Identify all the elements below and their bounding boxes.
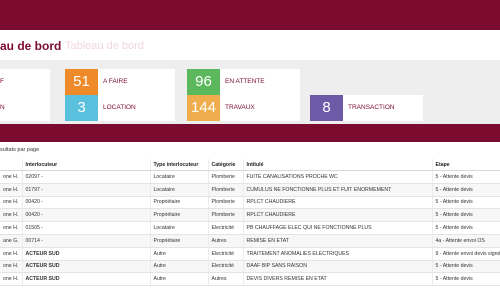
table-row[interactable]: one H. 00420 - Propriétaire Plomberie RPLCT …	[0, 196, 500, 210]
cell: Locataire	[150, 221, 209, 235]
results-per-page-label: sultats par page	[0, 147, 40, 153]
column-header-intitule[interactable]: Intitulé	[243, 159, 433, 171]
cell: ane G.	[0, 234, 23, 248]
cell: one H.	[0, 260, 23, 274]
page-title: au de bord	[0, 39, 62, 53]
cell: Plomberie	[208, 170, 244, 184]
card-label: F	[0, 78, 4, 85]
table-row[interactable]: one H. 01797 - Locataire Plomberie CUMULUS N…	[0, 183, 500, 197]
requests-table: Interlocuteur Type interlocuteur Catégor…	[0, 159, 500, 287]
cell: Plomberie	[208, 208, 244, 223]
cell: RPLCT CHAUDIERE	[243, 208, 433, 223]
table-row[interactable]: one H. ACTEUR SUD Autre Autres DEVIS DIVERS …	[0, 272, 500, 287]
cell: Locataire	[150, 183, 209, 197]
column-header[interactable]	[0, 159, 23, 171]
table-row[interactable]: one H. ACTEUR SUD Autre Electricité DAAF BIP…	[0, 260, 500, 274]
card-label: TRAVAUX	[225, 104, 255, 111]
column-header-type[interactable]: Type interlocuteur	[150, 159, 209, 171]
card-en-attente[interactable]: 96 EN ATTENTE	[187, 69, 300, 95]
card-location[interactable]: 3 LOCATION	[65, 95, 175, 121]
cell: one H.	[0, 170, 23, 184]
table-row[interactable]: one H. 01505 - Locataire Electricité PB CHAU…	[0, 221, 500, 235]
page-subtitle: Tableau de bord	[65, 40, 144, 52]
cell: Autres	[208, 234, 244, 248]
card-transaction[interactable]: 8 TRANSACTION	[310, 95, 423, 121]
cell: DEVIS DIVERS REMISE EN ETAT	[243, 272, 433, 287]
cell: 5 - Attente devis	[432, 183, 500, 197]
card-value: 96	[187, 69, 220, 95]
cell: Propriétaire	[150, 234, 209, 248]
cell: PB CHAUFFAGE ELEC QUI NE FONCTIONNE PLUS	[243, 221, 433, 235]
cell: ACTEUR SUD	[22, 272, 151, 287]
card-a-faire-prev[interactable]: F	[0, 69, 50, 95]
table-header-row: Interlocuteur Type interlocuteur Catégor…	[0, 159, 500, 171]
table-row[interactable]: one H. 02097 - Locataire Plomberie FUITE CAN…	[0, 170, 500, 184]
card-value: 51	[65, 69, 98, 95]
cell: 01797 -	[22, 183, 151, 197]
cell: 5 - Attente devis	[432, 221, 500, 235]
cell: 5 - Attente devis	[432, 272, 500, 287]
cell: Propriétaire	[150, 208, 209, 223]
card-label: EN ATTENTE	[225, 78, 265, 85]
card-label: LOCATION	[103, 104, 136, 111]
cell: one H.	[0, 272, 23, 287]
cell: Electricité	[208, 221, 244, 235]
cell: Electricité	[208, 247, 244, 261]
card-label: A FAIRE	[103, 78, 128, 85]
cell: one H.	[0, 221, 23, 235]
cell: Autres	[208, 272, 244, 287]
cell: one H.	[0, 183, 23, 197]
cell: REMISE EN ETAT	[243, 234, 433, 248]
cell: FUITE CANALISATIONS PROCHE WC	[243, 170, 433, 184]
cell: 00420 -	[22, 208, 151, 223]
cell: one H.	[0, 196, 23, 210]
cell: Propriétaire	[150, 196, 209, 210]
cell: one H.	[0, 247, 23, 261]
cell: Electricité	[208, 260, 244, 274]
cell: 9 - Attente envoi devis signé au pres	[432, 247, 500, 261]
cell: one H.	[0, 208, 23, 223]
top-navbar	[0, 0, 500, 30]
section-header-band	[0, 124, 500, 142]
column-header-interlocuteur[interactable]: Interlocuteur	[22, 159, 151, 171]
card-value: 144	[187, 95, 220, 121]
table-row[interactable]: one H. ACTEUR SUD Autre Electricité TRAITEME…	[0, 247, 500, 261]
cell: 5 - Attente devis	[432, 196, 500, 210]
table-row[interactable]: one H. 00420 - Propriétaire Plomberie RPLCT …	[0, 208, 500, 223]
cell: 00420 -	[22, 196, 151, 210]
card-travaux[interactable]: 144 TRAVAUX	[187, 95, 300, 121]
cell: TRAITEMENT ANOMALIES ELECTRIQUES	[243, 247, 433, 261]
card-a-faire[interactable]: 51 A FAIRE	[65, 69, 175, 95]
card-value: 8	[310, 95, 343, 121]
cell: 5 - Attente devis	[432, 260, 500, 274]
cell: DAAF BIP SANS RAISON	[243, 260, 433, 274]
cell: 5 - Attente devis	[432, 208, 500, 223]
card-row2-prev[interactable]: N	[0, 95, 50, 121]
cell: Plomberie	[208, 183, 244, 197]
cell: Plomberie	[208, 196, 244, 210]
cell: ACTEUR SUD	[22, 247, 151, 261]
cell: 02097 -	[22, 170, 151, 184]
cell: 4a - Attente envoi OS	[432, 234, 500, 248]
card-label: N	[0, 104, 5, 111]
cell: 01505 -	[22, 221, 151, 235]
column-header-etape[interactable]: Etape	[432, 159, 500, 171]
card-value: 3	[65, 95, 98, 121]
cell: ACTEUR SUD	[22, 260, 151, 274]
cell: Autre	[150, 272, 209, 287]
cell: RPLCT CHAUDIERE	[243, 196, 433, 210]
cell: 00714 -	[22, 234, 151, 248]
card-label: TRANSACTION	[348, 104, 395, 111]
cell: Locataire	[150, 170, 209, 184]
cell: Autre	[150, 260, 209, 274]
cell: Autre	[150, 247, 209, 261]
column-header-categorie[interactable]: Catégorie	[208, 159, 244, 171]
cell: CUMULUS NE FONCTIONNE PLUS ET FUIT ENORM…	[243, 183, 433, 197]
cell: 5 - Attente devis	[432, 170, 500, 184]
table-row[interactable]: ane G. 00714 - Propriétaire Autres REMISE EN…	[0, 234, 500, 248]
